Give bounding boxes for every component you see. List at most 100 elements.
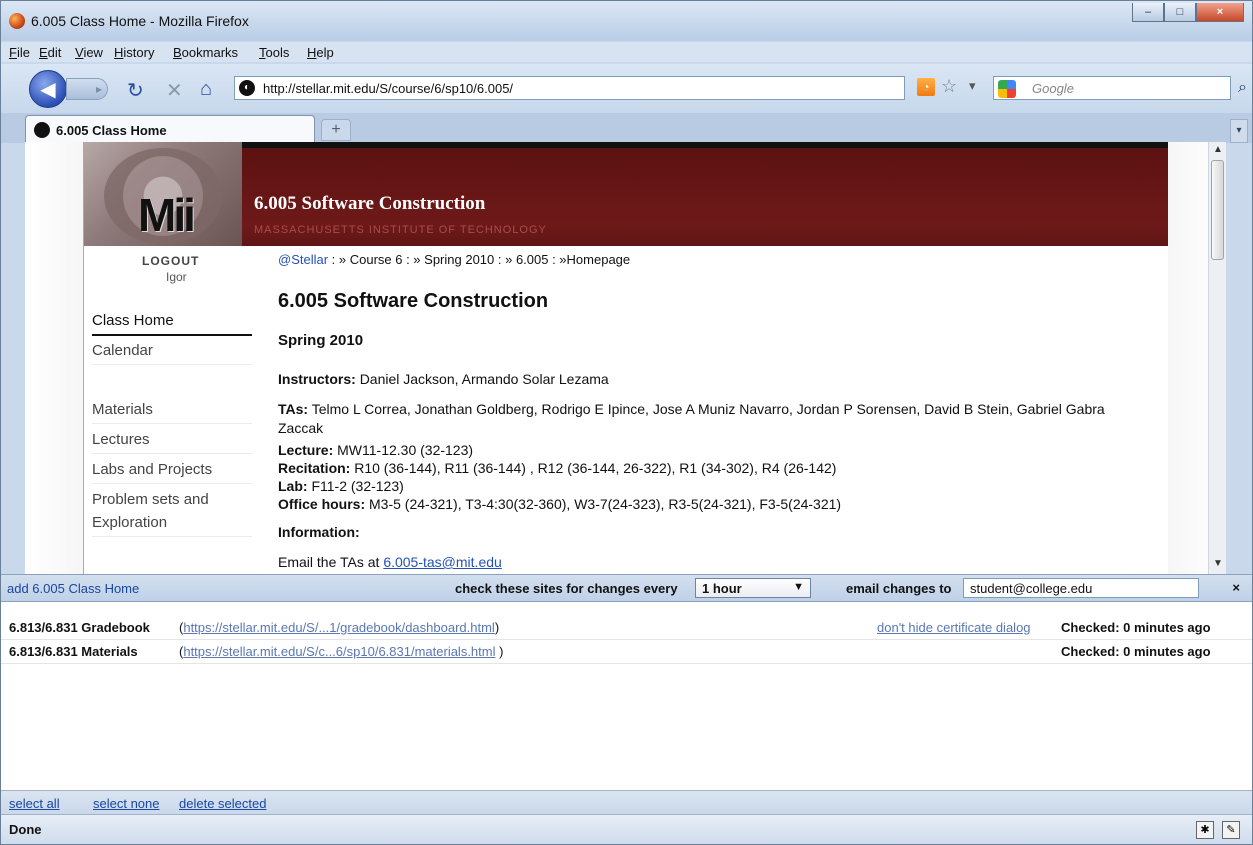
email-changes-label: email changes to: [846, 581, 952, 596]
status-bar: Done ✱ ✎: [1, 814, 1252, 844]
change-monitor-panel: add 6.005 Class Home check these sites f…: [1, 574, 1252, 602]
window-title: 6.005 Class Home - Mozilla Firefox: [31, 13, 249, 29]
tab-list-button[interactable]: ▾: [1230, 119, 1248, 143]
add-site-link[interactable]: add 6.005 Class Home: [7, 581, 139, 596]
minimize-button[interactable]: –: [1132, 3, 1164, 22]
title-bar: 6.005 Class Home - Mozilla Firefox – □ ×: [1, 1, 1252, 41]
office-hours-line: Office hours: M3-5 (24-321), T3-4:30(32-…: [278, 495, 841, 514]
email-line: Email the TAs at 6.005-tas@mit.edu: [278, 553, 502, 572]
logout-link[interactable]: LOGOUT: [142, 254, 199, 268]
status-icons: ✱ ✎: [1196, 821, 1240, 839]
course-sidebar: LOGOUT Igor Class Home Calendar Material…: [84, 246, 258, 574]
sidebar-item-calendar[interactable]: Calendar: [92, 342, 252, 365]
close-button[interactable]: ×: [1196, 3, 1244, 22]
site-row[interactable]: 6.813/6.831 Gradebook (https://stellar.m…: [1, 616, 1252, 640]
maximize-button[interactable]: □: [1164, 3, 1196, 22]
menu-history[interactable]: History: [114, 45, 154, 60]
google-icon[interactable]: [998, 80, 1016, 98]
sidebar-item-labs-projects[interactable]: Labs and Projects: [92, 461, 252, 484]
frequency-value: 1 hour: [702, 581, 742, 596]
delete-selected-link[interactable]: delete selected: [179, 796, 266, 811]
scroll-down-icon[interactable]: ▼: [1211, 558, 1225, 572]
site-url-link[interactable]: https://stellar.mit.edu/S/c...6/sp10/6.8…: [183, 644, 495, 659]
tab-bar: 6.005 Class Home + ▾: [1, 113, 1252, 143]
addon-status-icon[interactable]: ✱: [1196, 821, 1214, 839]
pencil-icon[interactable]: ✎: [1222, 821, 1240, 839]
frequency-dropdown[interactable]: 1 hour ▼: [695, 578, 811, 598]
search-icon[interactable]: ⌕: [1238, 79, 1252, 97]
recitation-line: Recitation: R10 (36-144), R11 (36-144) ,…: [278, 459, 836, 478]
back-button[interactable]: ◀: [29, 70, 67, 108]
instructors-value: Daniel Jackson, Armando Solar Lezama: [359, 371, 609, 387]
course-content: @Stellar : » Course 6 : » Spring 2010 : …: [278, 246, 1158, 574]
breadcrumb-stellar-link[interactable]: @Stellar: [278, 252, 328, 267]
lecture-line: Lecture: MW11-12.30 (32-123): [278, 441, 473, 460]
office-hours-label: Office hours:: [278, 496, 366, 512]
back-arrow-icon: ◀: [40, 78, 56, 101]
information-heading: Information:: [278, 523, 360, 542]
select-all-link[interactable]: select all: [9, 796, 60, 811]
panel-close-icon[interactable]: ×: [1232, 580, 1240, 595]
lecture-label: Lecture:: [278, 442, 334, 458]
scroll-thumb[interactable]: [1211, 160, 1224, 260]
window-controls: – □ ×: [1132, 3, 1244, 23]
menu-bookmarks[interactable]: Bookmarks: [173, 45, 238, 60]
tab-title: 6.005 Class Home: [56, 123, 167, 138]
home-icon[interactable]: ⌂: [200, 78, 212, 101]
firefox-window: 6.005 Class Home - Mozilla Firefox – □ ×…: [0, 0, 1253, 845]
forward-button[interactable]: ▸: [66, 78, 108, 100]
site-url-link[interactable]: https://stellar.mit.edu/S/...1/gradebook…: [183, 620, 494, 635]
sidebar-item-lectures[interactable]: Lectures: [92, 431, 252, 454]
reload-icon[interactable]: ↻: [127, 78, 144, 103]
site-favicon: ◐: [239, 80, 255, 96]
bookmark-star-icon[interactable]: ☆: [941, 76, 957, 97]
forward-arrow-icon: ▸: [95, 82, 102, 96]
sidebar-item-class-home[interactable]: Class Home: [92, 312, 252, 336]
rss-icon[interactable]: ◔: [917, 78, 935, 96]
menu-view[interactable]: View: [75, 45, 103, 60]
new-tab-button[interactable]: +: [321, 119, 351, 141]
certificate-dialog-link[interactable]: don't hide certificate dialog: [877, 620, 1031, 635]
menu-help[interactable]: Help: [307, 45, 334, 60]
vertical-scrollbar[interactable]: ▲ ▼: [1208, 142, 1226, 574]
checked-status: Checked: 0 minutes ago: [1061, 644, 1211, 659]
scroll-up-icon[interactable]: ▲: [1211, 144, 1225, 158]
breadcrumb: @Stellar : » Course 6 : » Spring 2010 : …: [278, 252, 630, 267]
url-bar[interactable]: ◐ http://stellar.mit.edu/S/course/6/sp10…: [234, 76, 905, 100]
lab-value: F11-2 (32-123): [311, 478, 404, 494]
page-frame: Mii 6.005 Software Construction MASSACHU…: [25, 142, 1226, 574]
email-input-value: student@college.edu: [970, 581, 1093, 596]
check-frequency-label: check these sites for changes every: [455, 581, 678, 596]
search-box[interactable]: Google ⌕: [993, 76, 1247, 100]
email-tas-link[interactable]: 6.005-tas@mit.edu: [383, 554, 502, 570]
office-hours-value: M3-5 (24-321), T3-4:30(32-360), W3-7(24-…: [369, 496, 842, 512]
site-row[interactable]: 6.813/6.831 Materials (https://stellar.m…: [1, 640, 1252, 664]
url-text: http://stellar.mit.edu/S/course/6/sp10/6…: [263, 81, 514, 96]
checked-status: Checked: 0 minutes ago: [1061, 620, 1211, 635]
select-none-link[interactable]: select none: [93, 796, 160, 811]
url-dropdown-icon[interactable]: ▾: [969, 78, 976, 94]
stop-icon[interactable]: ✕: [166, 78, 183, 103]
monitored-sites-list: 6.813/6.831 Gradebook (https://stellar.m…: [1, 602, 1252, 790]
sidebar-item-problem-sets[interactable]: Problem sets and: [92, 491, 252, 513]
left-page-gutter: [25, 142, 83, 574]
lecture-value: MW11-12.30 (32-123): [337, 442, 474, 458]
lab-line: Lab: F11-2 (32-123): [278, 477, 404, 496]
information-label: Information:: [278, 524, 360, 540]
lab-label: Lab:: [278, 478, 308, 494]
sidebar-item-materials[interactable]: Materials: [92, 401, 252, 424]
sidebar-item-exploration[interactable]: Exploration: [92, 514, 252, 537]
menu-edit[interactable]: Edit: [39, 45, 61, 60]
menu-tools[interactable]: Tools: [259, 45, 289, 60]
site-url: (https://stellar.mit.edu/S/c...6/sp10/6.…: [179, 644, 504, 659]
mit-logo: Mii: [84, 142, 242, 246]
tab-6005-class-home[interactable]: 6.005 Class Home: [25, 115, 315, 143]
instructors-label: Instructors:: [278, 371, 356, 387]
email-changes-input[interactable]: student@college.edu: [963, 578, 1199, 598]
banner-title: 6.005 Software Construction: [254, 193, 486, 214]
mit-wordmark-icon: Mii: [138, 189, 196, 241]
menu-bar: File Edit View History Bookmarks Tools H…: [1, 42, 1252, 62]
menu-file[interactable]: File: [9, 45, 30, 60]
instructors-line: Instructors: Daniel Jackson, Armando Sol…: [278, 370, 609, 389]
banner-top-strip: [84, 142, 1172, 148]
